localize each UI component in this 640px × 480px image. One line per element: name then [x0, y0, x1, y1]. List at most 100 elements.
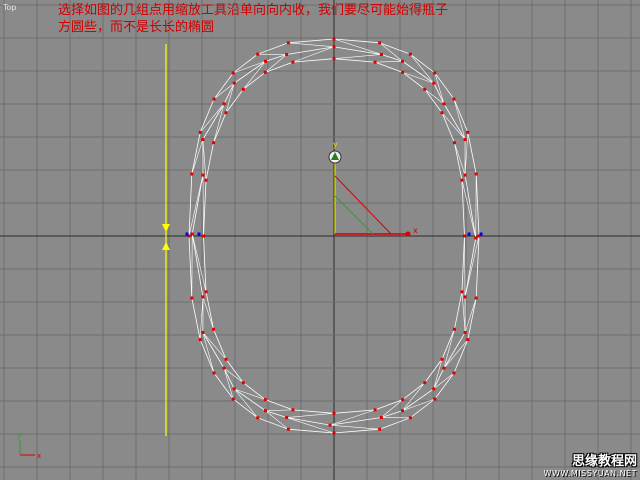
mesh-edge — [464, 235, 466, 297]
mesh-edge — [329, 409, 376, 426]
mesh-vertex — [400, 409, 404, 413]
mesh-edge — [286, 413, 335, 418]
mesh-vertex — [286, 427, 290, 431]
top-viewport[interactable]: xy xy Top 选择如图的几组点用缩放工具沿单向向内收，我们要尽可能始得瓶子… — [0, 0, 640, 480]
mesh-edge — [381, 399, 403, 418]
mesh-vertex — [286, 41, 290, 45]
mesh-vertex — [433, 397, 437, 401]
mesh-vertex — [408, 52, 412, 56]
mesh-vertex — [332, 37, 336, 41]
selected-vertex — [467, 232, 471, 236]
mesh-vertex — [423, 87, 427, 91]
mesh-vertex — [463, 234, 466, 238]
mesh-vertex — [440, 111, 444, 115]
mesh-vertex — [256, 52, 260, 56]
mesh-vertex — [466, 338, 470, 342]
mesh-vertex — [373, 408, 377, 412]
mesh-vertex — [474, 172, 478, 176]
mesh-vertex — [291, 408, 295, 412]
world-axis-icon: xy — [17, 432, 41, 460]
mesh-vertex — [198, 338, 202, 342]
mesh-edge — [288, 42, 335, 48]
mesh-vertex — [378, 41, 382, 45]
mesh-vertex — [204, 178, 208, 182]
mesh-vertex — [291, 60, 295, 64]
viewport-canvas[interactable]: xy xy — [0, 0, 640, 480]
mesh-vertex — [440, 357, 444, 361]
mesh-vertex — [379, 416, 383, 420]
mesh-vertex — [332, 411, 336, 415]
mesh-edge — [333, 54, 382, 59]
mesh-edge — [329, 424, 380, 430]
mesh-vertex — [264, 59, 268, 63]
mesh-vertex — [263, 70, 267, 74]
instruction-text: 选择如图的几组点用缩放工具沿单向向内收，我们要尽可能始得瓶子 方圆些，而不是长长… — [58, 3, 449, 35]
mesh-vertex — [241, 381, 245, 385]
mesh-vertex — [201, 330, 205, 334]
mesh-vertex — [332, 431, 336, 435]
mesh-vertex — [432, 81, 436, 85]
mesh-vertex — [474, 296, 478, 300]
mesh-vertex — [452, 97, 456, 101]
mesh-vertex — [332, 57, 336, 61]
mesh-vertex — [460, 290, 464, 294]
mesh-vertex — [433, 71, 437, 75]
mesh-vertex — [231, 71, 235, 75]
mesh-vertex — [442, 366, 446, 370]
watermark-url: WWW.MISSYUAN.NET — [543, 469, 637, 478]
mesh-edge — [265, 54, 287, 73]
gizmo-x-handle — [405, 231, 411, 237]
mesh-vertex — [241, 87, 245, 91]
mesh-vertex — [285, 416, 289, 420]
mesh-vertex — [224, 111, 228, 115]
mesh-vertex — [201, 295, 205, 299]
mesh-vertex — [212, 141, 216, 145]
mesh-vertex — [474, 236, 478, 240]
mesh-vertex — [442, 102, 446, 106]
watermark-title: 思缘教程网 — [571, 454, 637, 469]
mesh-vertex — [222, 366, 226, 370]
mesh-vertex — [379, 52, 383, 56]
mesh-vertex — [285, 52, 289, 56]
mesh-vertex — [463, 138, 467, 142]
mesh-vertex — [401, 70, 405, 74]
mesh-vertex — [201, 173, 205, 177]
mesh-vertex — [460, 178, 464, 182]
mesh-vertex — [232, 387, 236, 391]
mesh-edge — [265, 409, 293, 412]
mesh-vertex — [190, 296, 194, 300]
mesh-vertex — [463, 330, 467, 334]
mesh-vertex — [202, 234, 205, 238]
mesh-edge — [292, 46, 335, 63]
mesh-edge — [379, 42, 403, 62]
mesh-vertex — [256, 416, 260, 420]
mesh-vertex — [190, 172, 194, 176]
mesh-vertex — [263, 398, 267, 402]
gizmo-y-label: y — [333, 140, 338, 149]
mesh-edge — [424, 89, 445, 105]
mesh-edge — [375, 60, 403, 63]
grid — [0, 0, 640, 480]
mesh-vertex — [332, 45, 336, 49]
mesh-vertex — [212, 327, 216, 331]
mesh-vertex — [328, 423, 332, 427]
mesh-vertex — [224, 357, 228, 361]
mesh-vertex — [452, 371, 456, 375]
scale-gizmo[interactable]: xy — [328, 140, 418, 237]
mesh-vertex — [400, 59, 404, 63]
mesh-vertex — [264, 409, 268, 413]
mesh-vertex — [378, 427, 382, 431]
viewport-label[interactable]: Top — [3, 3, 17, 12]
mesh-vertex — [452, 327, 456, 331]
mesh-vertex — [432, 387, 436, 391]
mesh-vertex — [463, 173, 467, 177]
selected-vertex — [197, 232, 201, 236]
mesh-edge — [265, 410, 289, 430]
mesh-vertex — [408, 416, 412, 420]
mesh-vertex — [373, 60, 377, 64]
mesh-vertex — [190, 232, 194, 236]
mesh-vertex — [423, 381, 427, 385]
mesh-vertex — [212, 371, 216, 375]
corner-x-label: x — [37, 452, 41, 460]
mesh-vertex — [222, 102, 226, 106]
